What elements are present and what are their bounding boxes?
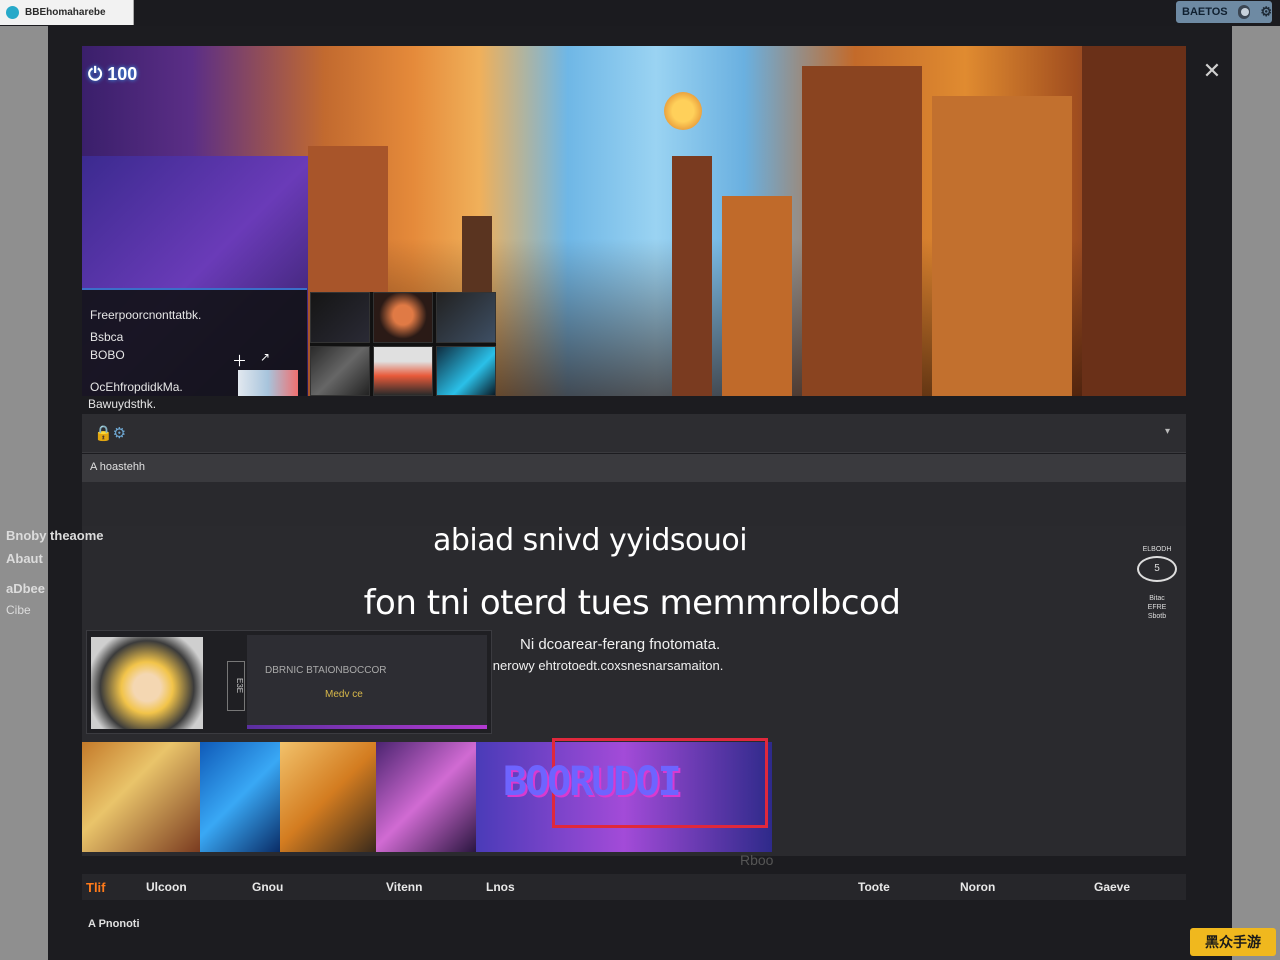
headline-primary: abiad snivd yyidsouoi: [432, 523, 748, 558]
add-icon[interactable]: ＋: [232, 350, 247, 371]
card-panel-title: DBRNIC BTAIONBOCCOR: [265, 665, 387, 676]
app-tab-title: BBEhomaharebe: [25, 7, 106, 18]
card-panel: DBRNIC BTAIONBOCCOR Medv ce: [247, 635, 487, 729]
toolbar: 🔒⚙ ▾: [82, 414, 1186, 453]
thumbnail[interactable]: [310, 292, 370, 343]
divider-bar: [82, 482, 1186, 526]
widget-list-item: EFRE: [1147, 604, 1167, 611]
nav-item[interactable]: Lnos: [486, 880, 515, 894]
promo-text: BOORUDOI: [503, 759, 682, 805]
nav-item[interactable]: Toote: [858, 880, 890, 894]
thumbnail[interactable]: [436, 292, 496, 343]
theme-toggle[interactable]: [1237, 5, 1251, 19]
nav-item[interactable]: Gnou: [252, 880, 283, 894]
building-graphic: [722, 196, 792, 396]
app-logo-icon: [6, 6, 19, 19]
account-pill[interactable]: BAETOS ⚙: [1176, 1, 1272, 23]
site-watermark: 黑众手游: [1190, 928, 1276, 956]
media-strip: BOORUDOI: [82, 738, 772, 852]
subtext-primary: Ni dcoarear-ferang fnotomata.: [520, 636, 721, 653]
rating-badge[interactable]: 5: [1137, 556, 1177, 582]
hero-logo: ⏻ 100: [88, 64, 138, 84]
gear-icon[interactable]: ⚙: [1260, 4, 1272, 20]
nav-item[interactable]: Ulcoon: [146, 880, 187, 894]
media-tile[interactable]: [200, 742, 280, 852]
right-widgets: ELBODH 5 Bitac EFRE Sbotb: [1134, 546, 1180, 621]
breadcrumb-label[interactable]: A hoastehh: [90, 461, 145, 473]
card-accent-bar: [247, 725, 487, 729]
promo-highlight[interactable]: BOORUDOI: [503, 738, 768, 828]
building-graphic: [802, 66, 922, 396]
media-tile[interactable]: [376, 742, 476, 852]
thumbnail[interactable]: [310, 345, 370, 396]
sun-graphic: [664, 92, 702, 130]
hero-info-line: Freerpoorcnonttatbk.: [90, 308, 202, 322]
thumbnail[interactable]: [436, 345, 496, 396]
footer-text: A Pnonoti: [88, 918, 140, 930]
card-panel-subtitle: Medv ce: [325, 689, 363, 700]
chevron-down-icon[interactable]: ▾: [1165, 426, 1170, 437]
widget-label: ELBODH: [1142, 546, 1172, 553]
nav-item[interactable]: Vitenn: [386, 880, 422, 894]
nav-item[interactable]: Noron: [960, 880, 995, 894]
thumbnail-grid: [310, 292, 496, 396]
building-graphic: [1082, 46, 1186, 396]
app-tab[interactable]: BBEhomaharebe: [0, 0, 134, 25]
hero-info-panel: Freerpoorcnonttatbk. Bsbca BOBO OcEhfrop…: [82, 288, 307, 396]
hero-info-line: OcEhfropdidkMa.: [90, 380, 183, 394]
breadcrumb: A hoastehh: [82, 454, 1186, 482]
share-icon[interactable]: ↗: [260, 350, 270, 364]
media-tile[interactable]: [280, 742, 376, 852]
card-vertical-label: E3E: [227, 661, 245, 711]
thumbnail[interactable]: [373, 292, 433, 343]
toolbar-icons[interactable]: 🔒⚙: [94, 424, 126, 442]
mini-thumbnail[interactable]: [238, 370, 298, 396]
widget-list[interactable]: Bitac EFRE Sbotb: [1134, 594, 1180, 621]
media-tile[interactable]: [82, 742, 200, 852]
strip-caption: Rboo: [740, 852, 774, 868]
widget-list-item: Bitac: [1149, 595, 1165, 602]
title-bar: BBEhomaharebe BAETOS ⚙: [0, 0, 1280, 26]
thumbnail[interactable]: [373, 345, 433, 396]
bottom-nav: Tlif Ulcoon Gnou Vitenn Lnos Toote Noron…: [82, 874, 1186, 900]
nav-brand[interactable]: Tlif: [86, 880, 106, 895]
account-pill-label: BAETOS: [1182, 6, 1228, 18]
character-avatar[interactable]: [91, 637, 203, 729]
hero-info-line: BOBO: [90, 348, 125, 362]
close-icon[interactable]: ✕: [1199, 58, 1225, 84]
hero-info-line: Bsbca: [90, 330, 124, 344]
character-card[interactable]: E3E DBRNIC BTAIONBOCCOR Medv ce: [86, 630, 492, 734]
building-graphic: [672, 156, 712, 396]
hero-banner[interactable]: ⏻ 100 Freerpoorcnonttatbk. Bsbca BOBO Oc…: [82, 46, 1186, 396]
nav-item[interactable]: Gaeve: [1094, 880, 1130, 894]
building-graphic: [932, 96, 1072, 396]
widget-list-item: Sbotb: [1147, 613, 1167, 620]
hero-info-line: Bawuydsthk.: [88, 397, 157, 411]
headline-secondary: fon tni oterd tues memmrolbcod: [363, 583, 901, 623]
